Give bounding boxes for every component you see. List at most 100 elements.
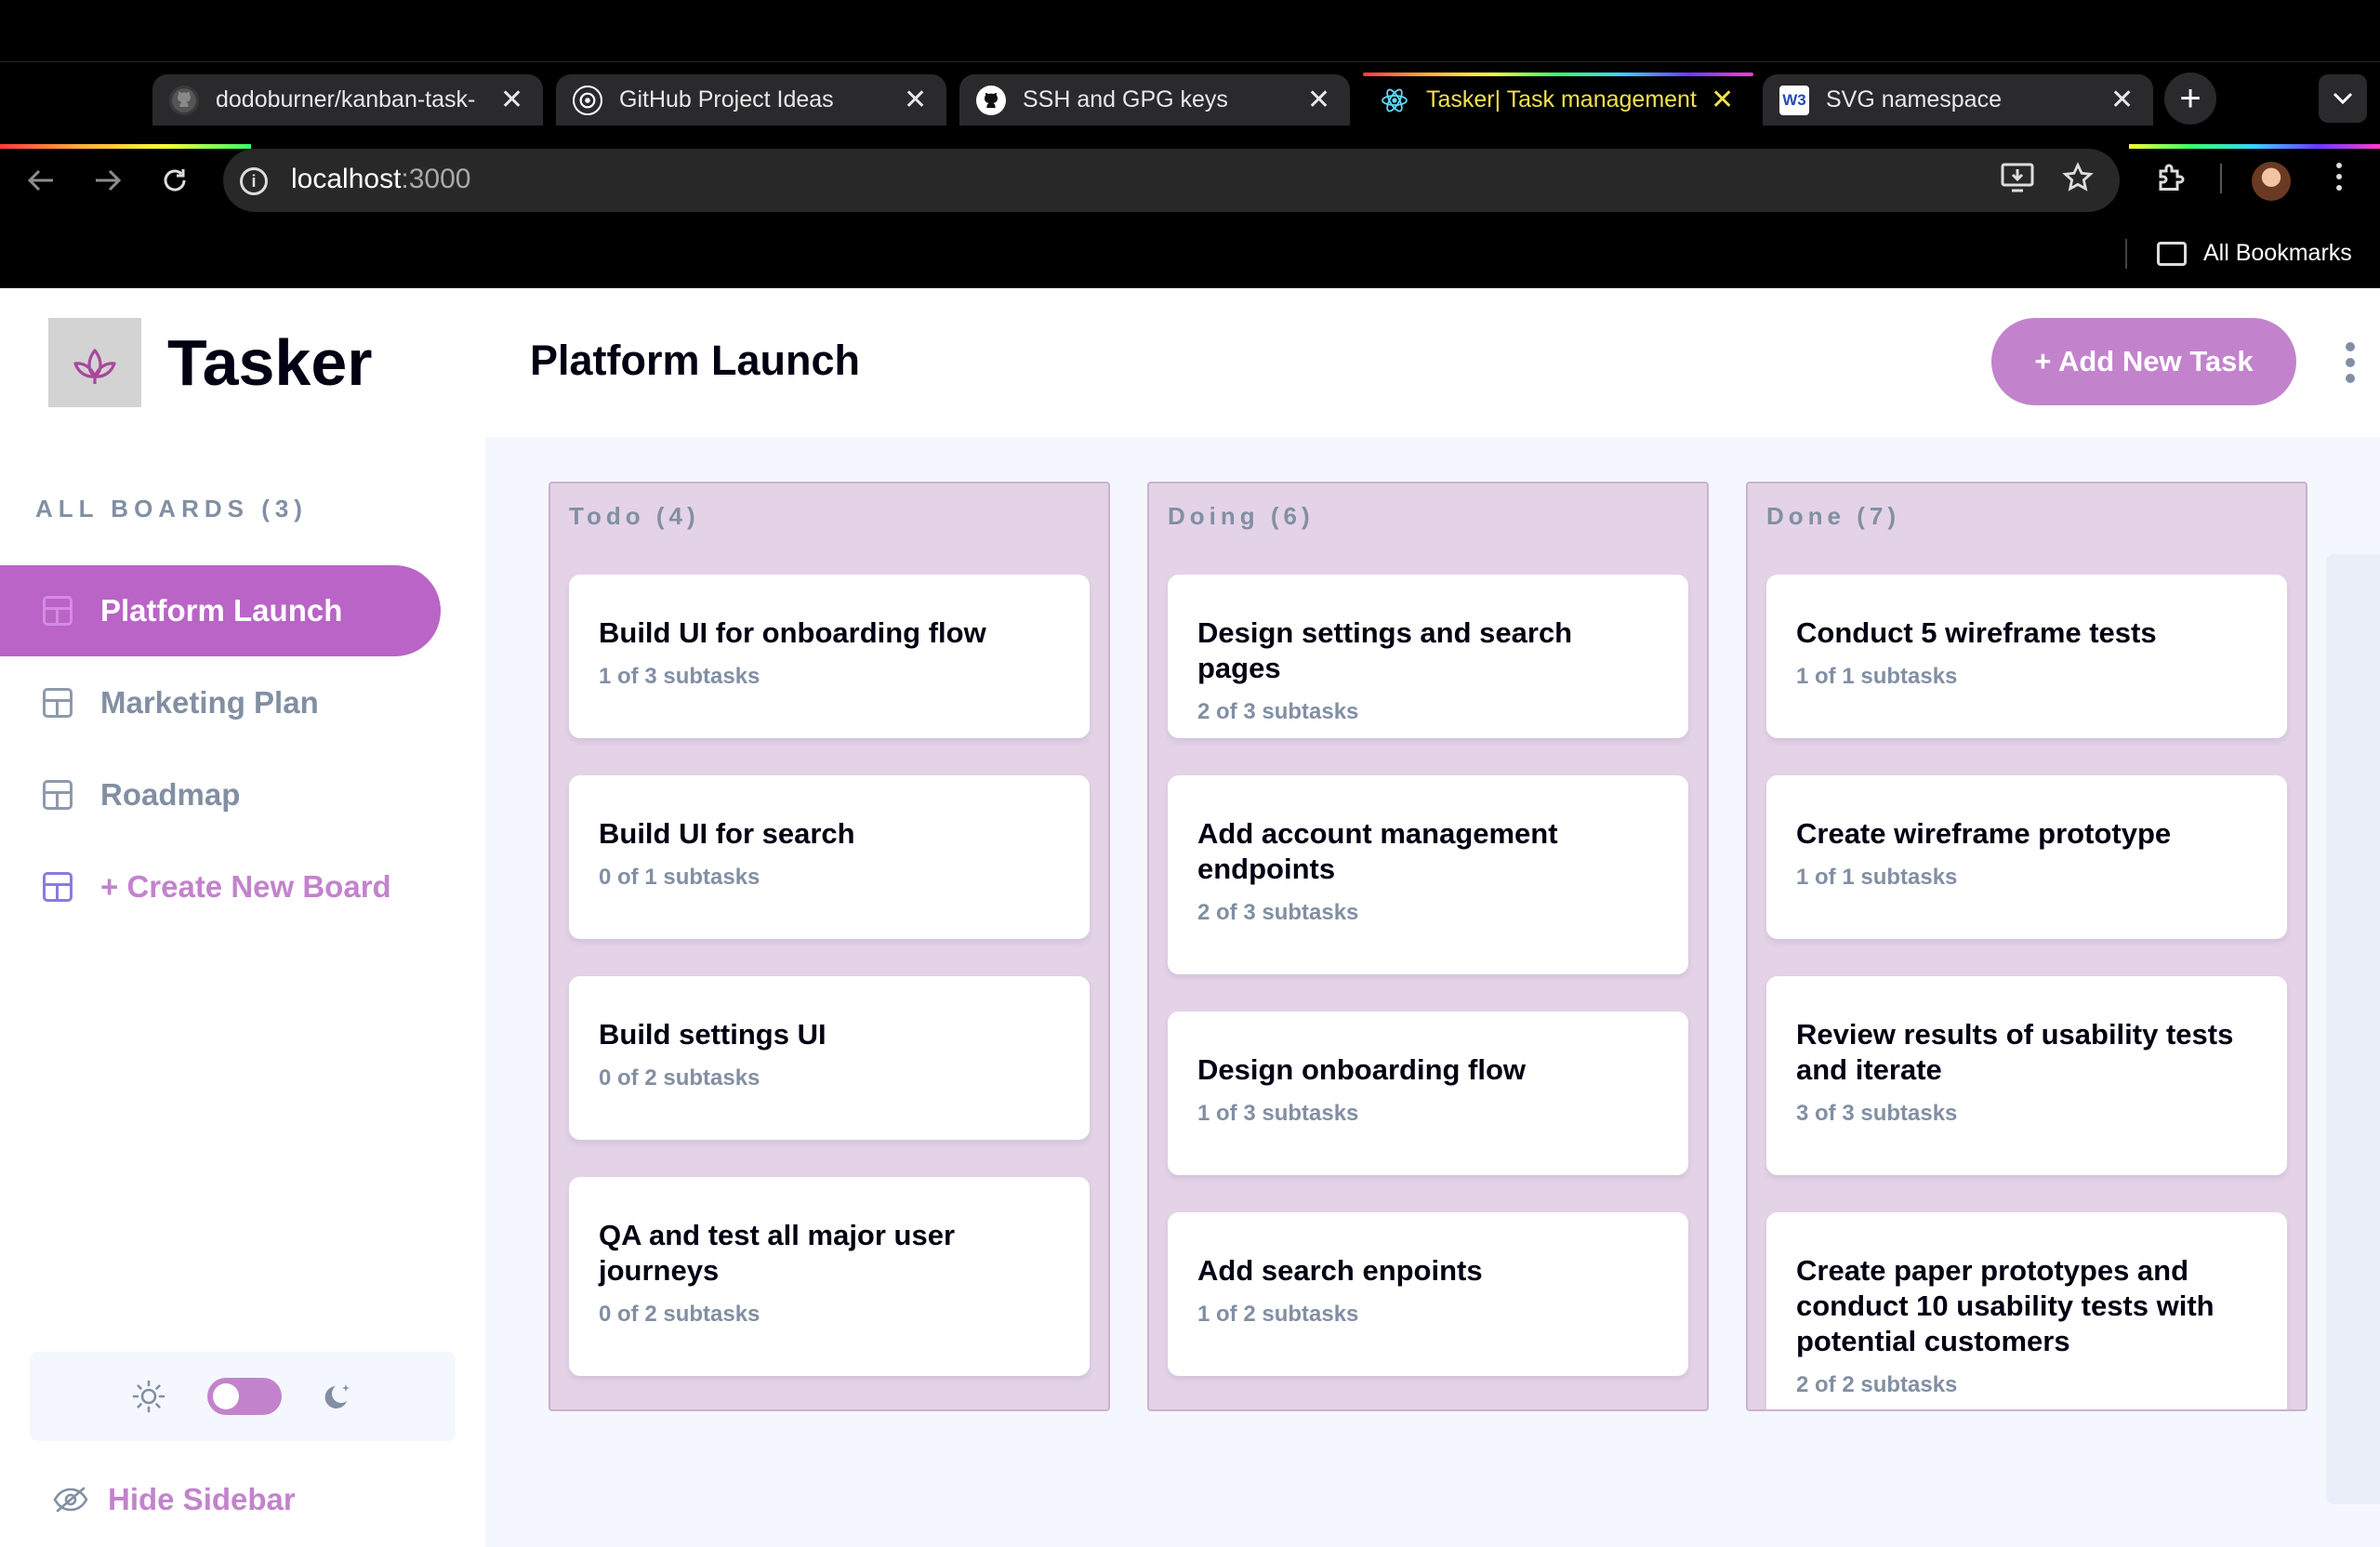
- board-icon: [43, 596, 73, 626]
- task-card[interactable]: Create paper prototypes and conduct 10 u…: [1766, 1212, 2287, 1409]
- browser-tab[interactable]: W3 SVG namespace ✕: [1763, 74, 2153, 126]
- back-button[interactable]: [20, 160, 61, 201]
- close-icon[interactable]: ✕: [2110, 84, 2134, 116]
- task-title: Build UI for onboarding flow: [599, 616, 986, 649]
- task-title: Add account management endpoints: [1197, 817, 1558, 885]
- toolbar-divider: [2220, 164, 2222, 193]
- boards-heading: ALL BOARDS (3): [35, 495, 308, 522]
- sidebar: Tasker ALL BOARDS (3) Platform Launch Ma…: [0, 288, 485, 1547]
- reload-button[interactable]: [154, 160, 195, 201]
- tab-search-button[interactable]: [2319, 74, 2367, 123]
- task-subtasks: 2 of 3 subtasks: [1197, 900, 1359, 925]
- task-subtasks: 1 of 1 subtasks: [1796, 865, 1958, 890]
- task-subtasks: 2 of 3 subtasks: [1197, 699, 1359, 724]
- profile-avatar[interactable]: [2252, 162, 2291, 201]
- new-column-placeholder[interactable]: [2326, 554, 2380, 1504]
- column-doing: Doing (6) Design settings and search pag…: [1147, 482, 1709, 1411]
- task-subtasks: 0 of 2 subtasks: [599, 1302, 760, 1327]
- task-title: Build UI for search: [599, 817, 855, 850]
- forward-button[interactable]: [87, 160, 128, 201]
- leaf-logo-icon: [73, 349, 116, 384]
- create-new-board-button[interactable]: + Create New Board: [0, 841, 441, 932]
- close-icon[interactable]: ✕: [500, 84, 523, 116]
- moon-icon: [324, 1384, 350, 1408]
- app-root: Tasker ALL BOARDS (3) Platform Launch Ma…: [0, 288, 2380, 1547]
- task-card[interactable]: Add search enpoints 1 of 2 subtasks: [1168, 1212, 1688, 1376]
- browser-tab[interactable]: dodoburner/kanban-task- ✕: [152, 74, 543, 126]
- theme-switcher: [30, 1352, 456, 1441]
- url-host: localhost: [291, 164, 402, 194]
- task-card[interactable]: Design onboarding flow 1 of 3 subtasks: [1168, 1012, 1688, 1175]
- task-card[interactable]: Build UI for search 0 of 1 subtasks: [569, 775, 1090, 939]
- browser-tab[interactable]: GitHub Project Ideas ✕: [556, 74, 946, 126]
- bookmark-star-icon[interactable]: [2062, 162, 2094, 202]
- chatgpt-icon: [573, 85, 602, 115]
- new-tab-button[interactable]: +: [2164, 73, 2216, 125]
- task-card[interactable]: Build settings UI 0 of 2 subtasks: [569, 976, 1090, 1140]
- bookmarks-divider: [2125, 239, 2127, 269]
- w3schools-icon: W3: [1779, 85, 1809, 115]
- chevron-down-icon: [2333, 92, 2353, 105]
- arrow-right-icon: [96, 169, 122, 192]
- board-icon: [43, 872, 73, 902]
- browser-menu-icon[interactable]: [2330, 160, 2348, 202]
- task-title: Conduct 5 wireframe tests: [1796, 616, 2157, 649]
- board-menu-icon[interactable]: [2345, 342, 2356, 383]
- task-subtasks: 3 of 3 subtasks: [1796, 1101, 1958, 1126]
- sun-icon: [132, 1380, 165, 1413]
- task-subtasks: 1 of 2 subtasks: [1197, 1302, 1359, 1327]
- site-info-icon[interactable]: i: [240, 167, 268, 195]
- task-card[interactable]: Create wireframe prototype 1 of 1 subtas…: [1766, 775, 2287, 939]
- task-card[interactable]: Review results of usability tests and it…: [1766, 976, 2287, 1175]
- browser-tab[interactable]: SSH and GPG keys ✕: [959, 74, 1350, 126]
- column-heading: Todo (4): [569, 502, 700, 530]
- task-card[interactable]: Add account management endpoints 2 of 3 …: [1168, 775, 1688, 974]
- tab-title: GitHub Project Ideas: [619, 86, 834, 112]
- all-bookmarks-link[interactable]: All Bookmarks: [2203, 240, 2352, 267]
- sidebar-item-platform-launch[interactable]: Platform Launch: [0, 565, 441, 656]
- install-app-icon[interactable]: [2001, 162, 2034, 202]
- hide-sidebar-label: Hide Sidebar: [108, 1482, 296, 1516]
- add-new-task-button[interactable]: + Add New Task: [1991, 318, 2296, 405]
- hide-sidebar-button[interactable]: Hide Sidebar: [52, 1482, 296, 1517]
- task-card[interactable]: QA and test all major user journeys 0 of…: [569, 1177, 1090, 1376]
- url-port: :3000: [401, 164, 471, 194]
- board-icon: [43, 688, 73, 718]
- close-icon[interactable]: ✕: [1307, 84, 1330, 116]
- sidebar-item-marketing-plan[interactable]: Marketing Plan: [0, 657, 441, 748]
- close-icon[interactable]: ✕: [904, 84, 927, 116]
- task-title: Create wireframe prototype: [1796, 817, 2172, 850]
- address-bar[interactable]: [223, 149, 2120, 212]
- task-title: Design onboarding flow: [1197, 1053, 1527, 1086]
- sidebar-item-label: Platform Launch: [100, 593, 343, 628]
- folder-icon: [2157, 242, 2187, 266]
- task-card[interactable]: Build UI for onboarding flow 1 of 3 subt…: [569, 575, 1090, 738]
- github-icon: [169, 85, 199, 115]
- tabstrip-divider: [0, 61, 2380, 62]
- close-icon[interactable]: ✕: [1711, 84, 1734, 116]
- sidebar-item-roadmap[interactable]: Roadmap: [0, 749, 441, 840]
- browser-tab-active[interactable]: Tasker| Task management ✕: [1363, 73, 1753, 126]
- extensions-icon[interactable]: [2155, 160, 2188, 202]
- task-title: Create paper prototypes and conduct 10 u…: [1796, 1254, 2215, 1357]
- theme-stripe-left: [0, 144, 251, 149]
- task-subtasks: 2 of 2 subtasks: [1796, 1372, 1958, 1397]
- task-subtasks: 0 of 1 subtasks: [599, 865, 760, 890]
- tab-title: Tasker| Task management: [1426, 86, 1697, 112]
- task-subtasks: 1 of 3 subtasks: [1197, 1101, 1359, 1126]
- tab-title: SSH and GPG keys: [1023, 86, 1228, 112]
- sidebar-item-label: Roadmap: [100, 777, 241, 812]
- column-todo: Todo (4) Build UI for onboarding flow 1 …: [549, 482, 1110, 1411]
- theme-toggle[interactable]: [207, 1378, 282, 1415]
- eye-slash-icon: [53, 1487, 88, 1513]
- reload-icon: [164, 169, 186, 192]
- task-title: Add search enpoints: [1197, 1254, 1483, 1287]
- task-title: QA and test all major user journeys: [599, 1219, 956, 1287]
- logo: [48, 318, 141, 407]
- task-card[interactable]: Conduct 5 wireframe tests 1 of 1 subtask…: [1766, 575, 2287, 738]
- address-url[interactable]: localhost:3000: [291, 164, 470, 195]
- task-title: Build settings UI: [599, 1018, 826, 1051]
- task-card[interactable]: Design settings and search pages 2 of 3 …: [1168, 575, 1688, 738]
- task-subtasks: 1 of 3 subtasks: [599, 664, 760, 689]
- arrow-left-icon: [27, 169, 53, 192]
